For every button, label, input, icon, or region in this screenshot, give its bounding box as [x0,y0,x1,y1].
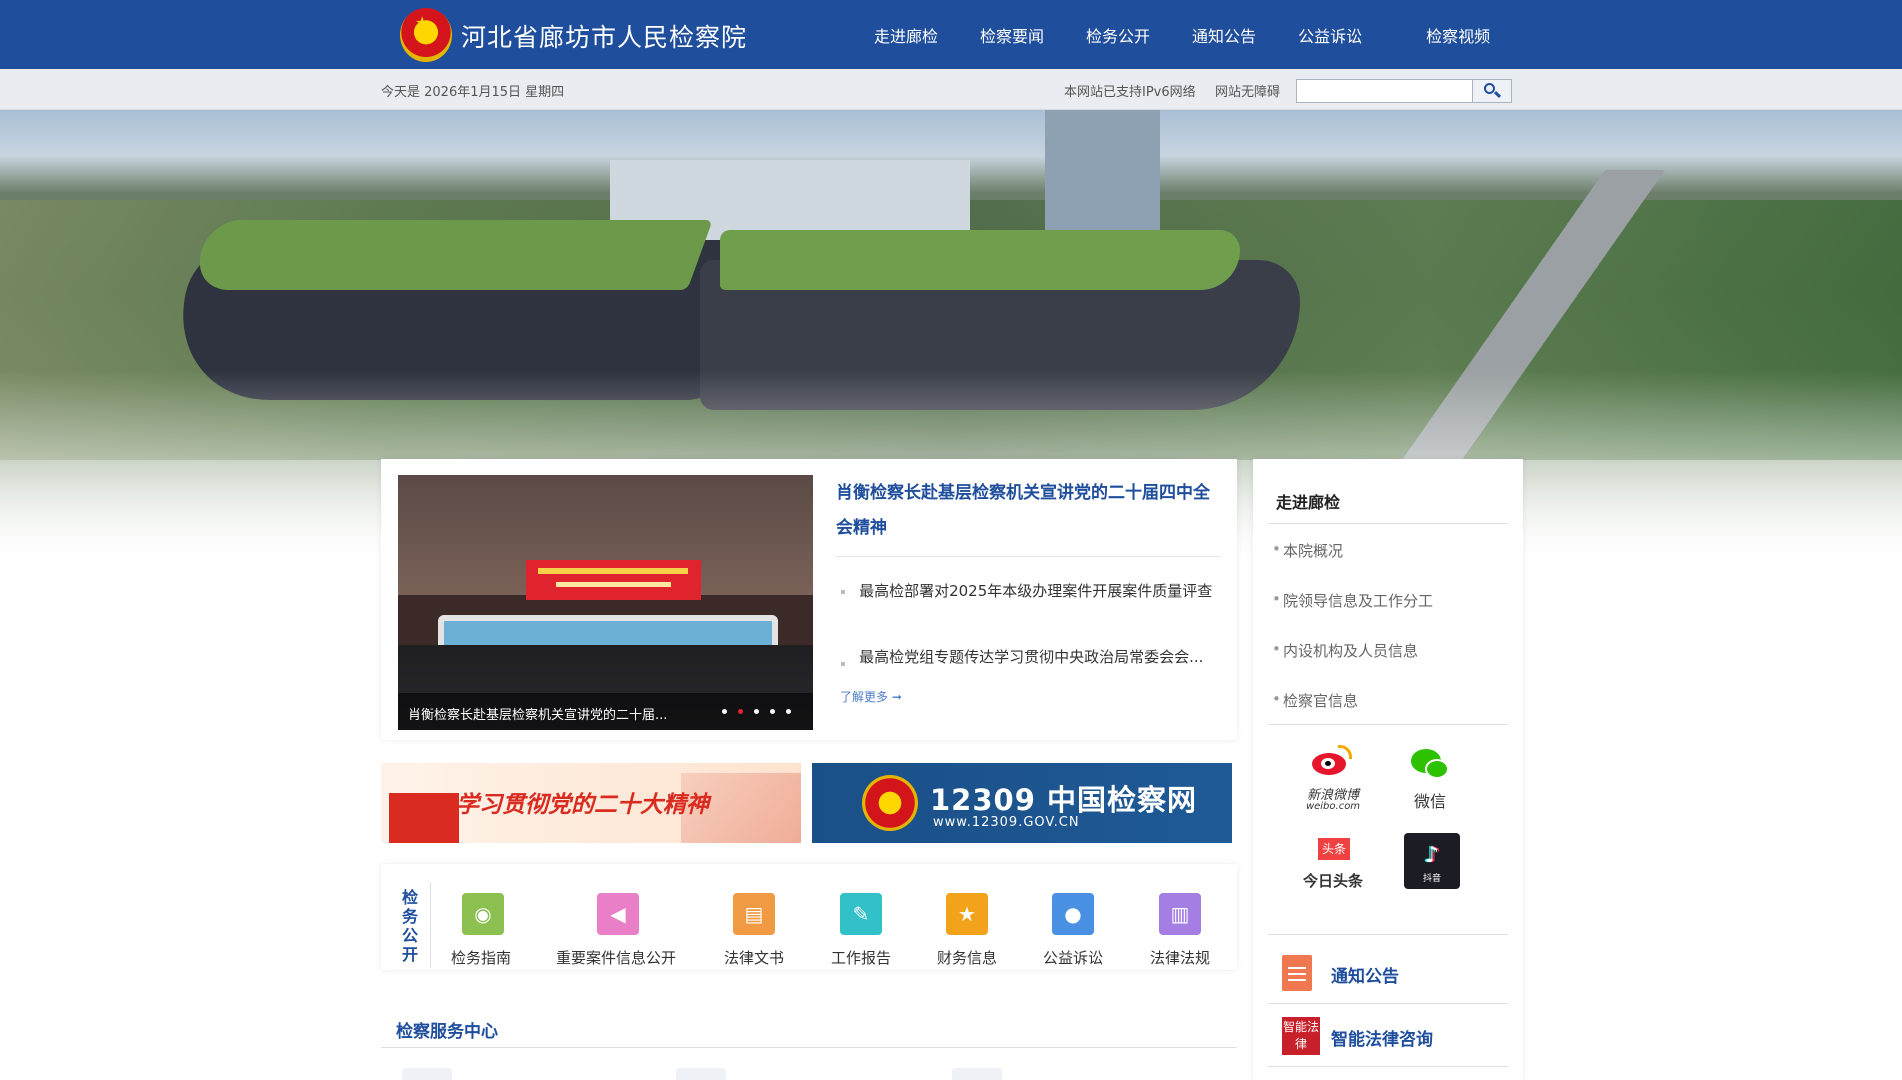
service-item-label: 法律法规 [1150,949,1211,967]
slide-indicator [722,709,802,714]
wechat-link[interactable]: 微信 [1395,745,1465,815]
slide-dot[interactable] [754,709,759,714]
slide-dot[interactable] [786,709,791,714]
service-item-label: 公益诉讼 [1043,949,1104,967]
12309-title: 12309 中国检察网 [930,783,1197,817]
divider [1268,934,1508,935]
divider [1268,1066,1508,1067]
nav-item-zoujin[interactable]: 走进廊检 [874,23,938,47]
nav-item-notice[interactable]: 通知公告 [1192,23,1256,47]
news-item[interactable]: 最高检党组专题传达学习贯彻中央政治局常委会会... [840,646,1225,667]
service-tile[interactable] [952,1068,1002,1080]
service-tile[interactable] [402,1068,452,1080]
sidebar-link-departments[interactable]: 内设机构及人员信息 [1272,640,1418,661]
divider [836,556,1221,557]
user-icon: ● [1052,893,1094,935]
ipv6-notice: 本网站已支持IPv6网络 [1064,85,1196,100]
edit-icon: ✎ [840,893,882,935]
services-label: 检务公开 [401,888,418,964]
douyin-icon: ♪ 抖音 [1404,833,1460,889]
nav-item-affairs[interactable]: 检务公开 [1086,23,1150,47]
slide-dot[interactable] [738,709,743,714]
service-item-label: 重要案件信息公开 [556,949,677,967]
music-note-icon: ♪ [1424,843,1440,868]
current-date: 今天是 2026年1月15日 星期四 [381,85,565,100]
more-link[interactable]: 了解更多 ➞ [840,688,902,705]
legal-consult-link[interactable]: 智能法律咨询 [1331,1025,1433,1050]
news-slideshow[interactable]: 肖衡检察长赴基层检察机关宣讲党的二十届... [398,475,813,730]
divider [381,1047,1237,1048]
slide-dot[interactable] [770,709,775,714]
star-icon: ★ [946,893,988,935]
divider [1268,1003,1508,1004]
eye-icon: ◉ [462,893,504,935]
service-item-label: 检务指南 [451,949,512,967]
tiananmen-icon [389,793,459,843]
news-headline[interactable]: 肖衡检察长赴基层检察机关宣讲党的二十届四中全会精神 [836,476,1221,546]
accessibility-link[interactable]: 网站无障碍 [1215,81,1280,100]
emblem-icon [862,775,918,831]
douyin-label: 抖音 [1422,874,1441,884]
divider [430,882,431,968]
slide-caption[interactable]: 肖衡检察长赴基层检察机关宣讲党的二十届... [408,704,667,723]
search-button[interactable] [1472,79,1512,103]
study-banner[interactable]: 学习贯彻党的二十大精神 [381,763,801,843]
12309-url: www.12309.GOV.CN [933,815,1080,830]
notice-link[interactable]: 通知公告 [1331,962,1399,987]
main-nav: 走进廊检 检察要闻 检务公开 通知公告 公益诉讼 检察视频 [874,0,1490,69]
news-item[interactable]: 最高检部署对2025年本级办理案件开展案件质量评查 [840,574,1225,609]
nav-item-news[interactable]: 检察要闻 [980,23,1044,47]
legal-consult-icon: 智能法律 [1282,1017,1320,1055]
toutiao-icon: 头条 [1318,838,1350,860]
service-item-label: 财务信息 [937,949,998,967]
top-header: ★ 河北省廊坊市人民检察院 走进廊检 检察要闻 检务公开 通知公告 公益诉讼 检… [0,0,1902,69]
service-tile[interactable] [676,1068,726,1080]
toutiao-link[interactable]: 头条 今日头条 [1298,830,1368,900]
weibo-domain: weibo.com [1305,801,1361,812]
nav-item-video[interactable]: 检察视频 [1426,23,1490,47]
site-title[interactable]: 河北省廊坊市人民检察院 [461,18,747,54]
service-center-title: 检察服务中心 [396,1022,498,1042]
megaphone-icon: ◀ [597,893,639,935]
sidebar-link-leaders[interactable]: 院领导信息及工作分工 [1272,590,1433,611]
weibo-link[interactable]: 新浪微博 weibo.com [1298,745,1368,815]
procuratorate-emblem-logo[interactable]: ★ [400,8,452,62]
nav-item-public-interest[interactable]: 公益诉讼 [1298,23,1362,47]
divider [1268,523,1508,524]
star-icon: ★ [415,13,430,32]
slide-dot[interactable] [722,709,727,714]
document-icon: ▤ [733,893,775,935]
sidebar-link-prosecutors[interactable]: 检察官信息 [1272,690,1358,711]
info-bar: 今天是 2026年1月15日 星期四 本网站已支持IPv6网络 网站无障碍 [0,69,1902,110]
service-item-label: 法律文书 [724,949,785,967]
divider [1268,724,1508,725]
toutiao-label: 今日头条 [1302,872,1363,890]
12309-banner[interactable]: 12309 中国检察网 www.12309.GOV.CN [812,763,1232,843]
books-icon: ▥ [1159,893,1201,935]
service-item-label: 工作报告 [831,949,892,967]
study-banner-text: 学习贯彻党的二十大精神 [456,792,709,818]
sidebar-title: 走进廊检 [1276,493,1341,512]
sidebar-link-overview[interactable]: 本院概况 [1272,540,1343,561]
wechat-label: 微信 [1413,792,1446,811]
douyin-link[interactable]: ♪ 抖音 [1392,833,1462,903]
notice-document-icon [1282,955,1312,991]
